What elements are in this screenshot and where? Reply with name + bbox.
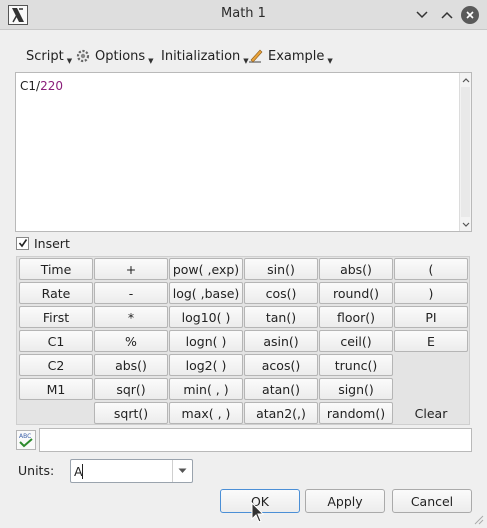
key-time[interactable]: Time <box>19 258 93 280</box>
key-log2[interactable]: log2( ) <box>169 354 243 376</box>
key-minus[interactable]: - <box>94 282 168 304</box>
key-sqr[interactable]: sqr() <box>94 378 168 400</box>
insert-checkbox[interactable] <box>16 236 29 250</box>
vertical-scrollbar[interactable] <box>459 73 471 231</box>
key-c2[interactable]: C2 <box>19 354 93 376</box>
key-logn[interactable]: logn( ) <box>169 330 243 352</box>
key-m1[interactable]: M1 <box>19 378 93 400</box>
key-trunc[interactable]: trunc() <box>319 354 393 376</box>
menu-script[interactable]: Script ▼ <box>26 44 72 68</box>
key-min[interactable]: min( , ) <box>169 378 243 400</box>
scroll-up-icon[interactable] <box>460 74 471 86</box>
editor-number: 220 <box>40 79 63 93</box>
menu-options-label: Options <box>95 48 146 64</box>
units-combobox[interactable]: A <box>70 459 193 483</box>
key-log[interactable]: log( ,base) <box>169 282 243 304</box>
key-rate[interactable]: Rate <box>19 282 93 304</box>
key-plus[interactable]: + <box>94 258 168 280</box>
key-random[interactable]: random() <box>319 402 393 424</box>
units-label: Units: <box>18 463 55 478</box>
minimize-button[interactable] <box>413 6 431 24</box>
key-multiply[interactable]: * <box>94 306 168 328</box>
pencil-icon <box>249 49 263 63</box>
formula-input[interactable] <box>39 428 472 452</box>
key-abs[interactable]: abs() <box>94 354 168 376</box>
key-acos[interactable]: acos() <box>244 354 318 376</box>
menu-initialization[interactable]: Initialization ▼ <box>161 44 249 68</box>
key-first[interactable]: First <box>19 306 93 328</box>
key-atan2[interactable]: atan2(,) <box>244 402 318 424</box>
key-round[interactable]: round() <box>319 282 393 304</box>
menu-bar: Script ▼ Options ▼ Initialization ▼ Exam… <box>0 44 487 68</box>
key-max[interactable]: max( , ) <box>169 402 243 424</box>
key-c1[interactable]: C1 <box>19 330 93 352</box>
key-atan[interactable]: atan() <box>244 378 318 400</box>
key-abs-2[interactable]: abs() <box>319 258 393 280</box>
close-icon <box>466 11 474 19</box>
key-sign[interactable]: sign() <box>319 378 393 400</box>
scroll-track[interactable] <box>461 87 470 217</box>
menu-example-label: Example <box>268 48 325 64</box>
key-tan[interactable]: tan() <box>244 306 318 328</box>
key-clear[interactable]: Clear <box>394 402 468 424</box>
key-open-paren[interactable]: ( <box>394 258 468 280</box>
key-floor[interactable]: floor() <box>319 306 393 328</box>
editor-content: C1/220 <box>20 79 63 93</box>
close-button[interactable] <box>461 6 479 24</box>
svg-text:ABC: ABC <box>19 433 31 440</box>
scroll-down-icon[interactable] <box>460 218 471 230</box>
apply-button[interactable]: Apply <box>305 489 385 513</box>
menu-initialization-label: Initialization <box>161 48 241 64</box>
insert-label: Insert <box>34 235 70 251</box>
insert-option[interactable]: Insert <box>16 235 70 251</box>
key-e[interactable]: E <box>394 330 468 352</box>
key-log10[interactable]: log10( ) <box>169 306 243 328</box>
text-cursor <box>82 464 83 479</box>
editor-identifier: C1 <box>20 79 37 93</box>
key-close-paren[interactable]: ) <box>394 282 468 304</box>
chevron-down-icon[interactable] <box>172 460 192 482</box>
menu-script-label: Script <box>26 48 64 64</box>
mouse-pointer-icon <box>251 502 265 523</box>
function-keypad: Time Rate First C1 C2 M1 + - * % abs() s… <box>16 256 470 425</box>
resize-grip-icon[interactable] <box>474 515 484 525</box>
spellcheck-icon[interactable]: ABC <box>16 430 36 450</box>
checkmark-icon <box>18 239 27 248</box>
key-percent[interactable]: % <box>94 330 168 352</box>
key-sqrt[interactable]: sqrt() <box>94 402 168 424</box>
key-pi[interactable]: PI <box>394 306 468 328</box>
title-bar: Math 1 <box>0 0 487 30</box>
cancel-button[interactable]: Cancel <box>392 489 472 513</box>
menu-options[interactable]: Options ▼ <box>75 44 154 68</box>
menu-example[interactable]: Example ▼ <box>248 44 333 68</box>
chevron-down-icon: ▼ <box>66 56 73 65</box>
key-pow[interactable]: pow( ,exp) <box>169 258 243 280</box>
key-asin[interactable]: asin() <box>244 330 318 352</box>
maximize-button[interactable] <box>438 6 456 24</box>
gear-icon <box>76 49 90 63</box>
chevron-down-icon: ▼ <box>148 56 154 65</box>
key-cos[interactable]: cos() <box>244 282 318 304</box>
key-sin[interactable]: sin() <box>244 258 318 280</box>
chevron-down-icon: ▼ <box>327 56 333 65</box>
key-ceil[interactable]: ceil() <box>319 330 393 352</box>
script-editor[interactable]: C1/220 <box>15 72 472 232</box>
